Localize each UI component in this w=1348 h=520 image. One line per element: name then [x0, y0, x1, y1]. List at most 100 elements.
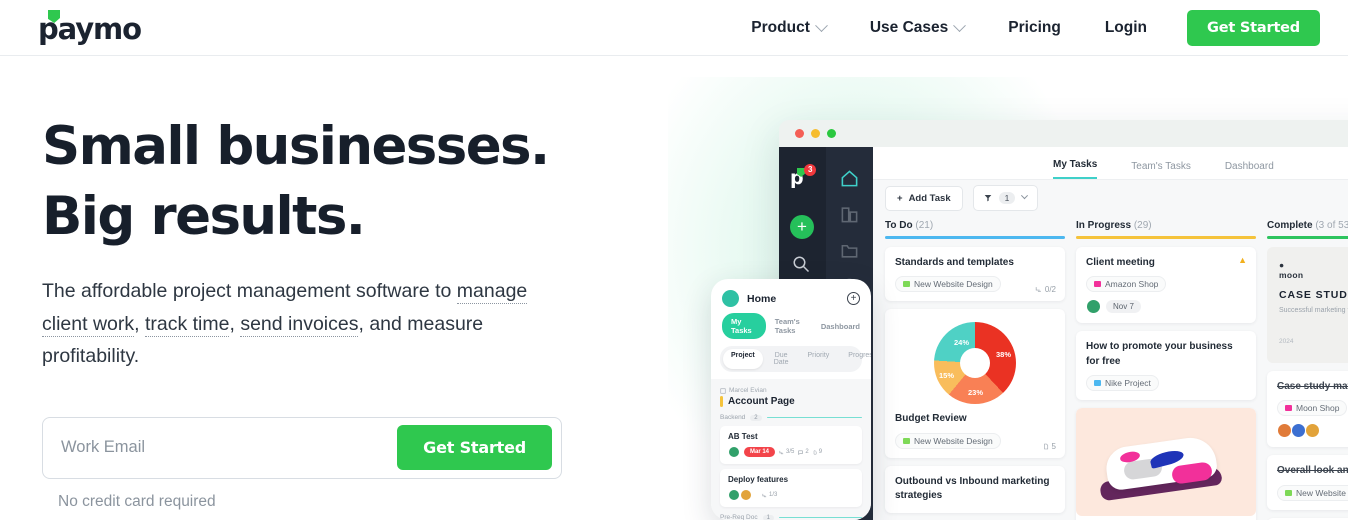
kanban-column-todo: To Do (21) Standards and templates New W…	[885, 220, 1065, 520]
phone-project-name: Account Page	[720, 396, 862, 407]
tab-my-tasks[interactable]: My Tasks	[1053, 159, 1098, 179]
tab-teams-tasks[interactable]: Team's Tasks	[1131, 161, 1191, 179]
avatar	[1277, 423, 1292, 439]
task-card[interactable]: How to promote your business for free Ni…	[1076, 331, 1256, 400]
nav-label-product: Product	[751, 19, 810, 36]
task-card[interactable]: Add web specific content text, art, musi…	[1076, 408, 1256, 520]
chevron-down-icon	[953, 18, 967, 32]
task-meta: 1/3	[728, 489, 854, 501]
subtask-count: 3/5	[779, 449, 794, 455]
signup-form: Get Started	[42, 416, 562, 479]
moon-icon: ●	[1279, 259, 1285, 270]
phone-group-backend: Backend 2	[720, 414, 862, 421]
nav-item-login[interactable]: Login	[1083, 19, 1169, 37]
app-tabs: My Tasks Team's Tasks Dashboard	[873, 147, 1348, 180]
donut-label-2: 23%	[968, 388, 984, 397]
tag-label: New Website Design	[1296, 487, 1348, 498]
nav-label-pricing: Pricing	[1008, 19, 1061, 36]
donut-label-3: 15%	[939, 371, 955, 380]
avatar	[722, 290, 739, 307]
nav-item-use-cases[interactable]: Use Cases	[848, 18, 986, 37]
task-card[interactable]: Overall look and feel New Website Design	[1267, 455, 1348, 510]
no-credit-card-note: No credit card required	[58, 492, 216, 510]
avatar	[728, 489, 740, 501]
task-title: Deploy features	[728, 475, 789, 484]
link-send-invoices[interactable]: send invoices	[240, 312, 359, 337]
subtask-icon	[779, 450, 784, 454]
column-header-todo: To Do (21)	[885, 220, 1065, 231]
phone-tab-dashboard[interactable]: Dashboard	[821, 322, 860, 331]
task-title: How to promote your business for free	[1086, 341, 1233, 367]
building-icon[interactable]	[840, 205, 859, 224]
headline-line-2: Big results.	[42, 186, 366, 248]
phone-pill-project[interactable]: Project	[723, 349, 763, 369]
group-label: Backend	[720, 414, 746, 421]
due-date-badge: Nov 7	[1106, 300, 1141, 313]
hero-section: Small businesses. Big results. The affor…	[42, 112, 642, 511]
donut-label-1: 38%	[995, 350, 1011, 359]
task-card[interactable]: Standards and templates New Website Desi…	[885, 246, 1065, 301]
phone-tabs: My Tasks Team's Tasks Dashboard	[711, 313, 871, 346]
nav-item-product[interactable]: Product	[729, 18, 848, 37]
case-study-title: CASE STUDY	[1279, 288, 1348, 301]
doc-count: 9	[813, 449, 822, 455]
donut-label-4: 24%	[954, 338, 970, 347]
add-task-button[interactable]: + Add Task	[885, 185, 963, 211]
tag-label: New Website Design	[914, 435, 993, 446]
task-card[interactable]: 38% 23% 15% 24% Budget Review New Websit…	[885, 309, 1065, 458]
task-tag: New Website Design	[895, 276, 1001, 292]
site-header: paymo Product Use Cases Pricing Login Ge…	[0, 0, 1348, 56]
subtask-value: 0/2	[1044, 285, 1056, 294]
column-accent-bar	[1267, 236, 1348, 239]
task-card[interactable]: ▲ Client meeting Amazon Shop Nov 7	[1076, 246, 1256, 323]
tag-label: Moon Shop	[1296, 403, 1340, 414]
search-icon[interactable]	[792, 255, 810, 273]
get-started-form-button[interactable]: Get Started	[397, 425, 552, 471]
main-navigation: Product Use Cases Pricing Login Get Star…	[729, 0, 1320, 56]
nav-label-login: Login	[1104, 19, 1148, 36]
doc-value: 9	[818, 449, 823, 455]
group-divider	[766, 416, 862, 419]
filter-button[interactable]: 1	[972, 185, 1039, 211]
minimize-dot-icon	[811, 129, 820, 138]
task-card[interactable]: Case study materials Moon Shop	[1267, 370, 1348, 448]
chevron-down-icon	[1021, 191, 1029, 199]
tab-dashboard[interactable]: Dashboard	[1225, 161, 1274, 179]
link-track-time[interactable]: track time	[144, 312, 230, 337]
subtask-icon	[1035, 287, 1041, 292]
notification-badge: 3	[804, 164, 817, 176]
phone-task-card[interactable]: Deploy features 1/3	[720, 469, 862, 507]
task-title: Overall look and feel	[1277, 465, 1348, 477]
home-icon[interactable]	[840, 169, 859, 188]
add-button[interactable]: +	[790, 215, 814, 239]
phone-tab-my-tasks[interactable]: My Tasks	[722, 313, 766, 339]
plus-circle-icon[interactable]: +	[847, 292, 860, 305]
folder-icon[interactable]	[840, 241, 859, 260]
work-email-input[interactable]	[43, 438, 398, 458]
column-title: To Do	[885, 220, 913, 231]
phone-pill-due-date[interactable]: Due Date	[766, 349, 797, 369]
filter-count: 1	[998, 192, 1016, 204]
paymo-logo[interactable]: paymo	[38, 10, 178, 46]
project-icon	[720, 387, 726, 394]
phone-tab-teams-tasks[interactable]: Team's Tasks	[775, 317, 812, 335]
phone-pill-priority[interactable]: Priority	[800, 349, 838, 369]
tag-icon	[1285, 489, 1292, 496]
subhead-sep-1: ,	[134, 312, 145, 335]
phone-pill-progress[interactable]: Progress	[840, 349, 871, 369]
tag-icon	[903, 281, 910, 287]
task-card[interactable]: Outbound vs Inbound marketing strategies	[885, 465, 1065, 513]
case-study-preview[interactable]: ● moon CASE STUDY Successful marketing f…	[1267, 246, 1348, 363]
phone-task-card[interactable]: AB Test Mar 14 3/5 2 9	[720, 426, 862, 464]
doc-icon	[1043, 443, 1048, 449]
subhead-text-1: The affordable project management softwa…	[42, 279, 457, 302]
nav-item-pricing[interactable]: Pricing	[986, 19, 1083, 37]
column-header-complete: Complete (3 of 53)	[1267, 220, 1348, 231]
owner-label: Marcel Evian	[729, 387, 767, 394]
phone-title: Home	[747, 292, 777, 305]
get-started-header-button[interactable]: Get Started	[1187, 10, 1320, 46]
tag-label: Nike Project	[1105, 378, 1151, 388]
app-logo[interactable]: p 3	[790, 164, 817, 189]
task-tag: Moon Shop	[1277, 400, 1348, 417]
doc-value: 5	[1051, 441, 1056, 451]
